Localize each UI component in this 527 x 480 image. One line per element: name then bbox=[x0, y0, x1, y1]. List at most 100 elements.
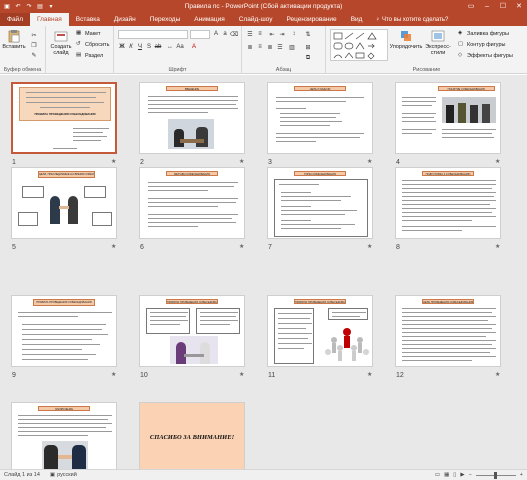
text-line bbox=[402, 220, 472, 221]
font-size-field[interactable] bbox=[190, 30, 210, 39]
tab-slideshow[interactable]: Слайд-шоу bbox=[232, 13, 280, 26]
slide-thumbnail-2[interactable]: ВВЕДЕНИЕ bbox=[139, 82, 245, 154]
slide-thumbnail-12[interactable]: ЦЕЛЬ ПРОВЕДЕНИЯ СОБЕСЕДОВАНИЯ bbox=[395, 295, 501, 367]
star-icon[interactable]: ★ bbox=[111, 371, 116, 378]
shapes-gallery[interactable] bbox=[330, 29, 388, 61]
layout-button[interactable]: ▦ Макет bbox=[76, 30, 101, 37]
arrange-button[interactable]: Упорядочить bbox=[390, 29, 422, 50]
slide-thumbnail-8[interactable]: ПОДГОТОВКА К СОБЕСЕДОВАНИЮ bbox=[395, 167, 501, 239]
slide-thumbnail-7[interactable]: ТИПЫ СОБЕСЕДОВАНИЯ bbox=[267, 167, 373, 239]
zoom-out-icon[interactable]: − bbox=[469, 472, 472, 478]
align-right-icon[interactable]: ≣ bbox=[266, 43, 274, 51]
normal-view-icon[interactable]: ▭ bbox=[435, 472, 440, 478]
shape-fill-button[interactable]: ◈ Заливка фигуры bbox=[458, 30, 509, 37]
columns-icon[interactable]: ▥ bbox=[288, 43, 296, 51]
slideshow-start-icon[interactable]: ▤ bbox=[36, 2, 44, 10]
paste-button[interactable]: Вставить bbox=[2, 29, 26, 50]
shape-outline-button[interactable]: ▢ Контур фигуры bbox=[458, 41, 505, 48]
tab-animations[interactable]: Анимация bbox=[187, 13, 232, 26]
underline-icon[interactable]: Ч bbox=[136, 43, 144, 51]
quick-styles-button[interactable]: Экспресс-стили bbox=[422, 29, 454, 56]
star-icon[interactable]: ★ bbox=[239, 243, 244, 250]
undo-icon[interactable]: ↶ bbox=[14, 2, 22, 10]
reading-view-icon[interactable]: ▯ bbox=[453, 472, 456, 478]
star-icon[interactable]: ★ bbox=[367, 371, 372, 378]
text-line bbox=[148, 202, 236, 203]
grow-font-icon[interactable]: A bbox=[212, 30, 220, 38]
minimize-icon[interactable]: – bbox=[479, 0, 495, 12]
reset-button[interactable]: ↺ Сбросить bbox=[76, 41, 109, 48]
star-icon[interactable]: ★ bbox=[239, 158, 244, 165]
customize-qat-icon[interactable]: ▾ bbox=[47, 2, 55, 10]
shape-effects-button[interactable]: ◇ Эффекты фигуры bbox=[458, 52, 513, 59]
bold-icon[interactable]: Ж bbox=[118, 43, 126, 51]
change-case-icon[interactable]: Aa bbox=[176, 43, 184, 51]
text-line bbox=[280, 121, 342, 122]
numbering-icon[interactable]: ≡ bbox=[256, 30, 264, 38]
slide-sorter-view-icon[interactable]: ▦ bbox=[444, 472, 449, 478]
star-icon[interactable]: ★ bbox=[239, 371, 244, 378]
font-name-field[interactable] bbox=[118, 30, 188, 39]
italic-icon[interactable]: К bbox=[127, 43, 135, 51]
shadow-icon[interactable]: S bbox=[145, 43, 153, 51]
slide-thumbnail-14[interactable]: СПАСИБО ЗА ВНИМАНИЕ! bbox=[139, 402, 245, 474]
char-spacing-icon[interactable]: ↔ bbox=[166, 43, 174, 51]
slide-thumbnail-10[interactable]: ПРАВИЛА ПРОВЕДЕНИЯ СОБЕСЕДОВАНИЯ bbox=[139, 295, 245, 367]
zoom-in-icon[interactable]: + bbox=[520, 472, 523, 478]
save-icon[interactable]: ▣ bbox=[3, 2, 11, 10]
language-indicator[interactable]: ▣ русский bbox=[50, 472, 77, 478]
slideshow-view-icon[interactable]: ▶ bbox=[460, 472, 464, 478]
align-left-icon[interactable]: ≣ bbox=[246, 43, 254, 51]
slide-thumbnail-4[interactable]: ПОНЯТИЕ СОБЕСЕДОВАНИЯ bbox=[395, 82, 501, 154]
maximize-icon[interactable]: ☐ bbox=[495, 0, 511, 12]
slide-thumbnail-6[interactable]: МЕТОДЫ СОБЕСЕДОВАНИЯ bbox=[139, 167, 245, 239]
shrink-font-icon[interactable]: a bbox=[221, 30, 229, 38]
redo-icon[interactable]: ↷ bbox=[25, 2, 33, 10]
decrease-indent-icon[interactable]: ⇤ bbox=[268, 30, 276, 38]
star-icon[interactable]: ★ bbox=[367, 243, 372, 250]
star-icon[interactable]: ★ bbox=[111, 243, 116, 250]
increase-indent-icon[interactable]: ⇥ bbox=[278, 30, 286, 38]
tab-home[interactable]: Главная bbox=[29, 13, 69, 26]
zoom-slider[interactable] bbox=[475, 471, 516, 479]
star-icon[interactable]: ★ bbox=[495, 371, 500, 378]
section-button[interactable]: ▤ Раздел bbox=[76, 52, 103, 59]
star-icon[interactable]: ★ bbox=[495, 243, 500, 250]
close-icon[interactable]: ✕ bbox=[511, 0, 527, 12]
text-line bbox=[332, 312, 366, 313]
align-center-icon[interactable]: ≡ bbox=[256, 43, 264, 51]
font-color-icon[interactable]: A bbox=[190, 43, 198, 51]
tab-transitions[interactable]: Переходы bbox=[143, 13, 188, 26]
ribbon-display-icon[interactable]: ▭ bbox=[463, 0, 479, 12]
strikethrough-icon[interactable]: ab bbox=[154, 43, 162, 51]
tell-me-search[interactable]: ♀ Что вы хотите сделать? bbox=[375, 13, 448, 26]
slide-thumbnail-5[interactable]: ЦЕЛИ, ПРЕСЛЕДУЕМЫЕ НА ВРЕМЯ СОБЕСЕДОВАНИ… bbox=[11, 167, 117, 239]
format-painter-icon[interactable]: ✎ bbox=[30, 51, 38, 59]
slide-thumbnail-9[interactable]: ПРАВИЛА ПРОВЕДЕНИЯ СОБЕСЕДОВАНИЯ bbox=[11, 295, 117, 367]
text-line bbox=[442, 137, 494, 138]
star-icon[interactable]: ★ bbox=[495, 158, 500, 165]
new-slide-button[interactable]: Создать слайд bbox=[49, 29, 73, 56]
clear-format-icon[interactable]: ⌫ bbox=[230, 30, 238, 38]
justify-icon[interactable]: ☰ bbox=[276, 43, 284, 51]
slide-thumbnail-3[interactable]: ЦЕЛЬ И ЗАДАЧИ bbox=[267, 82, 373, 154]
text-direction-icon[interactable]: ⇅ bbox=[304, 30, 312, 38]
slide-thumbnail-11[interactable]: ПРАВИЛА ПРОВЕДЕНИЯ СОБЕСЕДОВАНИЯ bbox=[267, 295, 373, 367]
line-spacing-icon[interactable]: ↕ bbox=[290, 30, 298, 38]
tab-view[interactable]: Вид bbox=[344, 13, 370, 26]
tab-review[interactable]: Рецензирование bbox=[279, 13, 343, 26]
slide-thumbnail-13[interactable]: ЗАКЛЮЧЕНИЕ bbox=[11, 402, 117, 474]
tab-design[interactable]: Дизайн bbox=[107, 13, 143, 26]
star-icon[interactable]: ★ bbox=[111, 158, 116, 165]
copy-icon[interactable]: ❐ bbox=[30, 41, 38, 49]
text-line bbox=[276, 101, 346, 102]
star-icon[interactable]: ★ bbox=[367, 158, 372, 165]
align-text-icon[interactable]: ⊞ bbox=[304, 43, 312, 51]
cut-icon[interactable]: ✂ bbox=[30, 31, 38, 39]
slide-thumbnail-1[interactable]: ПРАВИЛА ПРОВЕДЕНИЯ СОБЕСЕДОВАНИЯ bbox=[11, 82, 117, 154]
tab-insert[interactable]: Вставка bbox=[69, 13, 107, 26]
bullets-icon[interactable]: ☰ bbox=[246, 30, 254, 38]
smartart-icon[interactable]: ⧉ bbox=[304, 54, 312, 62]
tab-file[interactable]: Файл bbox=[0, 13, 30, 26]
text-line bbox=[150, 320, 188, 321]
